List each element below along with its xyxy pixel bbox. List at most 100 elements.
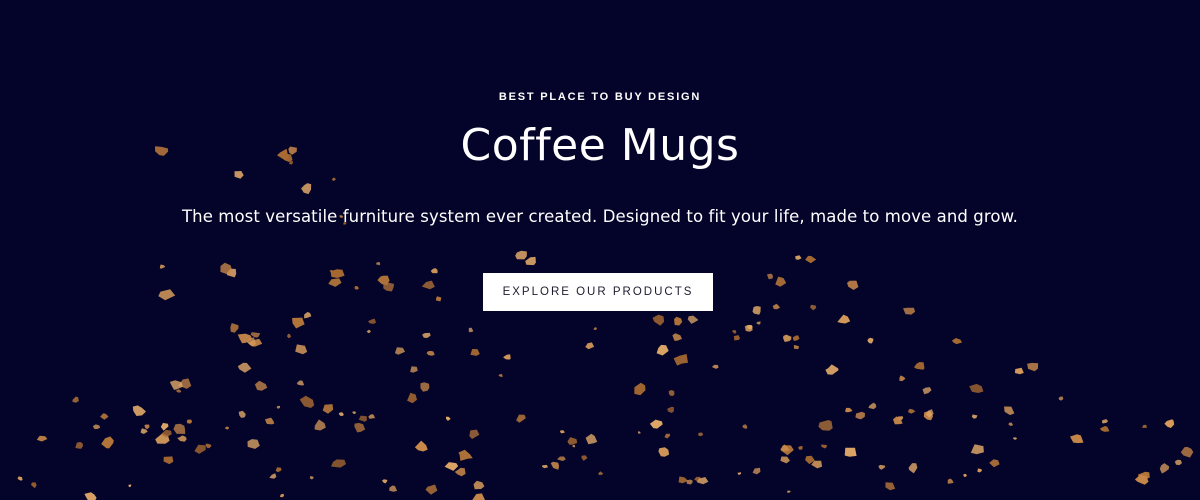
coffee-particle bbox=[470, 349, 480, 356]
coffee-particle bbox=[292, 317, 305, 329]
coffee-particle bbox=[100, 413, 109, 420]
coffee-particle bbox=[169, 380, 183, 390]
coffee-particle bbox=[515, 250, 527, 260]
coffee-particle bbox=[989, 459, 1000, 468]
coffee-particle bbox=[811, 460, 823, 469]
coffee-particle bbox=[132, 405, 146, 416]
coffee-particle bbox=[1180, 446, 1194, 458]
coffee-particle bbox=[72, 396, 79, 403]
coffee-particle bbox=[844, 447, 857, 457]
coffee-particle bbox=[810, 304, 817, 311]
coffee-particle bbox=[1004, 406, 1015, 416]
coffee-particle bbox=[922, 387, 932, 395]
coffee-particle bbox=[194, 444, 206, 454]
coffee-particle bbox=[407, 392, 417, 404]
explore-products-button[interactable]: EXPLORE OUR PRODUCTS bbox=[483, 273, 713, 311]
coffee-particle bbox=[767, 273, 774, 280]
coffee-particle bbox=[430, 268, 438, 274]
coffee-particle bbox=[805, 255, 817, 264]
coffee-particle bbox=[908, 408, 916, 414]
coffee-particle bbox=[1058, 396, 1064, 401]
coffee-particle bbox=[276, 405, 280, 409]
coffee-particle bbox=[328, 278, 342, 287]
coffee-particle bbox=[368, 318, 376, 324]
coffee-particle bbox=[238, 410, 246, 418]
coffee-particle bbox=[567, 437, 578, 445]
coffee-particle bbox=[752, 467, 761, 475]
coffee-particle bbox=[1027, 362, 1039, 372]
coffee-particle bbox=[287, 333, 292, 339]
coffee-particle bbox=[446, 416, 451, 421]
coffee-particle bbox=[867, 337, 874, 344]
coffee-particle bbox=[414, 440, 428, 452]
coffee-particle bbox=[17, 476, 23, 481]
coffee-particle bbox=[366, 329, 371, 334]
coffee-particle bbox=[420, 382, 430, 392]
coffee-particle bbox=[254, 380, 268, 391]
coffee-particle bbox=[163, 456, 174, 465]
hero-section: BEST PLACE TO BUY DESIGN Coffee Mugs The… bbox=[0, 0, 1200, 500]
coffee-particle bbox=[1102, 419, 1108, 424]
coffee-particle bbox=[234, 171, 244, 179]
coffee-particle bbox=[36, 435, 48, 442]
coffee-particle bbox=[668, 390, 675, 396]
coffee-particle bbox=[908, 463, 918, 474]
coffee-particle bbox=[358, 415, 367, 422]
coffee-particle bbox=[1159, 463, 1170, 474]
coffee-particle bbox=[426, 350, 435, 356]
coffee-particle bbox=[652, 314, 665, 326]
coffee-particle bbox=[732, 330, 737, 334]
coffee-particle bbox=[550, 461, 560, 470]
coffee-particle bbox=[971, 414, 978, 419]
coffee-particle bbox=[756, 321, 761, 325]
coffee-particle bbox=[656, 344, 669, 356]
coffee-particle bbox=[269, 473, 277, 479]
coffee-particle bbox=[837, 314, 851, 324]
coffee-particle bbox=[525, 256, 536, 266]
coffee-particle bbox=[825, 364, 839, 375]
coffee-particle bbox=[158, 289, 176, 301]
coffee-particle bbox=[368, 414, 376, 419]
coffee-particle bbox=[775, 276, 787, 287]
hero-subtitle: The most versatile furniture system ever… bbox=[181, 207, 1019, 226]
coffee-particle bbox=[845, 407, 853, 413]
coffee-particle bbox=[296, 380, 305, 386]
coffee-particle bbox=[585, 433, 598, 445]
coffee-particle bbox=[821, 444, 827, 449]
coffee-particle bbox=[444, 462, 459, 471]
coffee-particle bbox=[375, 262, 381, 266]
coffee-particle bbox=[970, 444, 984, 455]
coffee-particle bbox=[687, 315, 699, 324]
coffee-particle bbox=[381, 479, 388, 484]
coffee-particle bbox=[422, 332, 431, 338]
coffee-particle bbox=[686, 479, 693, 485]
coffee-particle bbox=[1008, 422, 1014, 426]
coffee-particle bbox=[737, 472, 742, 475]
coffee-particle bbox=[469, 429, 480, 439]
coffee-particle bbox=[144, 424, 150, 430]
coffee-particle bbox=[173, 423, 186, 434]
coffee-particle bbox=[711, 364, 719, 369]
coffee-particle bbox=[772, 303, 780, 310]
coffee-particle bbox=[969, 383, 984, 393]
coffee-particle bbox=[672, 333, 682, 341]
coffee-particle bbox=[885, 482, 896, 491]
hero-title: Coffee Mugs bbox=[460, 120, 740, 171]
coffee-particle bbox=[637, 431, 641, 434]
coffee-particle bbox=[299, 395, 315, 408]
coffee-particle bbox=[1014, 367, 1024, 375]
coffee-particle bbox=[160, 422, 169, 431]
coffee-particle bbox=[279, 493, 285, 498]
hero-eyebrow: BEST PLACE TO BUY DESIGN bbox=[498, 91, 702, 103]
coffee-particle bbox=[224, 426, 229, 430]
coffee-particle bbox=[186, 419, 193, 424]
coffee-particle bbox=[354, 422, 366, 433]
coffee-particle bbox=[780, 456, 790, 464]
coffee-particle bbox=[733, 335, 740, 341]
coffee-particle bbox=[75, 441, 83, 449]
coffee-particle bbox=[742, 424, 748, 429]
coffee-particle bbox=[175, 389, 182, 393]
coffee-particle bbox=[237, 362, 252, 373]
coffee-particle bbox=[541, 464, 549, 469]
coffee-particle bbox=[454, 467, 466, 477]
